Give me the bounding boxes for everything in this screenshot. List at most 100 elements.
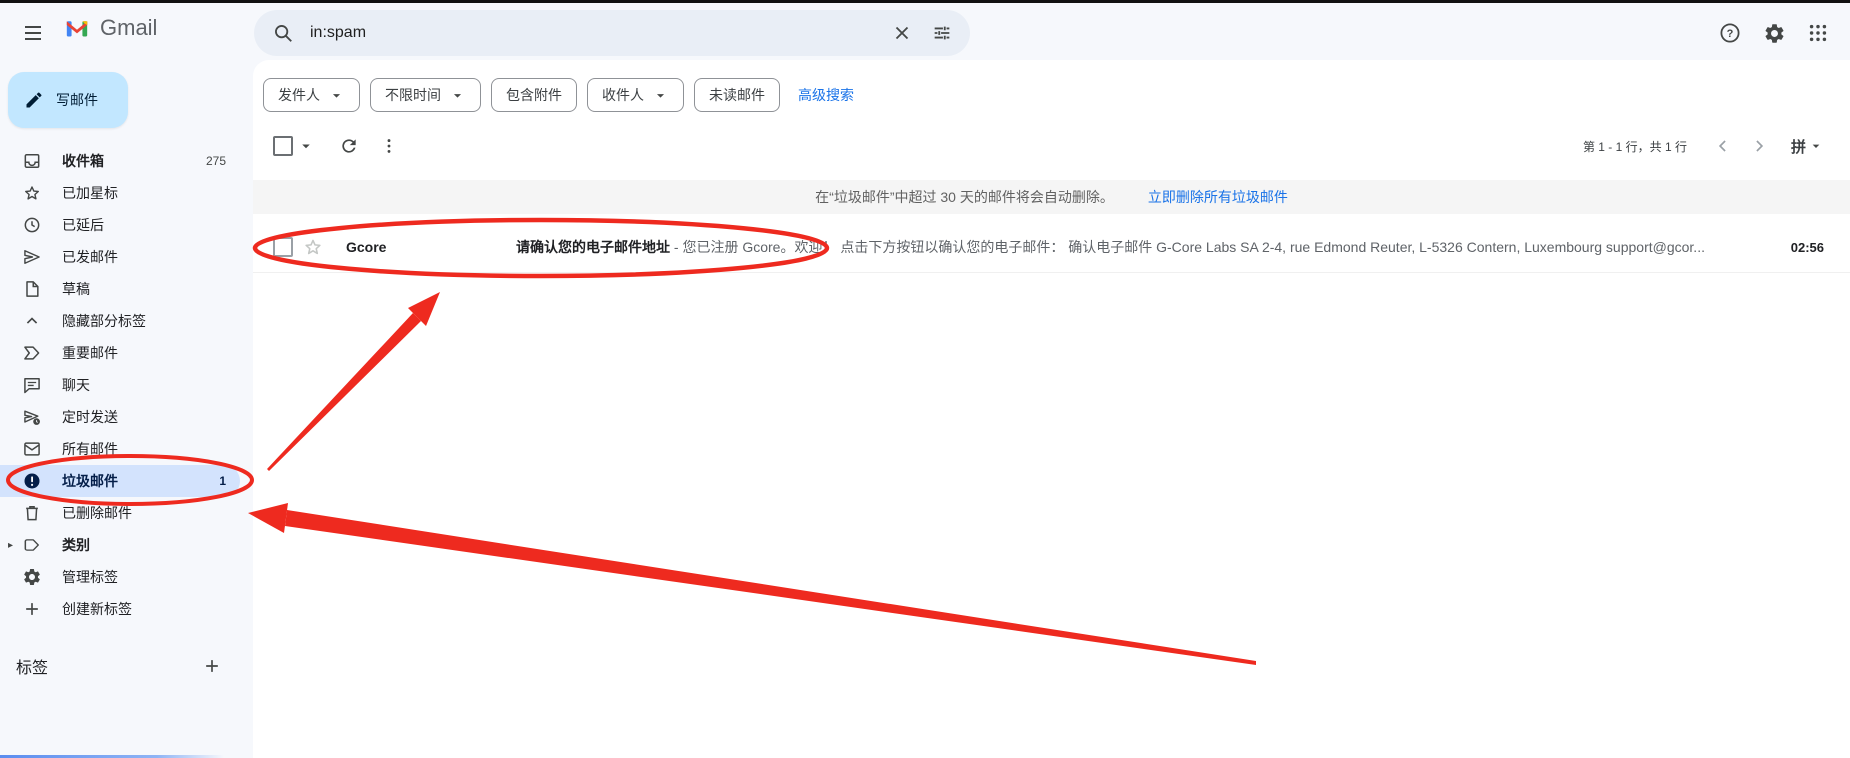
sidebar-item-label: 草稿 [62,279,90,299]
search-icon [272,22,294,44]
more-options-button[interactable] [369,126,409,166]
tune-icon [931,22,953,44]
labels-section-header: 标签 [0,650,240,682]
pagination-status: 第 1 - 1 行，共 1 行 [1583,138,1687,155]
gear-icon [22,567,42,587]
help-button[interactable] [1708,13,1752,53]
search-input[interactable] [308,23,882,43]
advanced-search-link[interactable]: 高级搜索 [798,85,854,105]
sidebar-item-all-mail[interactable]: 所有邮件 [0,433,240,465]
expand-arrow-icon[interactable]: ▸ [8,540,13,551]
header-actions [1708,13,1840,53]
apps-grid-icon [1807,22,1829,44]
allmail-icon [22,439,42,459]
apps-grid-button[interactable] [1796,13,1840,53]
help-icon [1718,21,1742,45]
hamburger-icon [21,21,45,45]
compose-button[interactable]: 写邮件 [8,72,128,128]
filter-chip-anytime[interactable]: 不限时间 [370,78,481,112]
clear-search-button[interactable] [882,13,922,53]
add-label-button[interactable] [202,656,222,676]
main-menu-button[interactable] [12,12,54,54]
filter-chip-recipient[interactable]: 收件人 [587,78,684,112]
sidebar-item-hide-labels[interactable]: 隐藏部分标签 [0,305,240,337]
trash-icon [22,503,42,523]
sidebar-item-starred[interactable]: 已加星标 [0,177,240,209]
sidebar-item-spam[interactable]: 垃圾邮件1 [0,465,240,497]
main-panel: 发件人 不限时间 包含附件 收件人 未读邮件 高级搜索 第 1 - 1 行，共 1 行 [253,60,1850,758]
sidebar-item-drafts[interactable]: 草稿 [0,273,240,305]
send-icon [22,247,42,267]
chip-label: 未读邮件 [709,85,765,105]
sidebar-item-categories[interactable]: ▸类别 [0,529,240,561]
chip-label: 不限时间 [385,85,441,105]
sidebar-item-trash[interactable]: 已删除邮件 [0,497,240,529]
email-subject: 请确认您的电子邮件地址 [516,239,670,255]
settings-button[interactable] [1752,13,1796,53]
filter-chip-sender[interactable]: 发件人 [263,78,360,112]
important-icon [22,343,42,363]
more-vert-icon [379,136,399,156]
sidebar-item-important[interactable]: 重要邮件 [0,337,240,369]
sidebar-item-label: 定时发送 [62,407,118,427]
sidebar-item-label: 重要邮件 [62,343,118,363]
sidebar-item-manage-labels[interactable]: 管理标签 [0,561,240,593]
chip-label: 包含附件 [506,85,562,105]
older-page-button[interactable] [1741,128,1777,164]
sidebar-item-label: 管理标签 [62,567,118,587]
gmail-logo: Gmail [62,15,157,41]
chevron-down-icon [1808,138,1824,154]
search-bar[interactable] [254,10,970,56]
banner-text: 在“垃圾邮件”中超过 30 天的邮件将会自动删除。 [815,187,1114,207]
gear-icon [1763,22,1786,45]
email-checkbox[interactable] [273,237,293,257]
star-icon [22,183,42,203]
plus-icon [22,599,42,619]
chevron-down-icon [328,87,345,104]
delete-all-spam-link[interactable]: 立即删除所有垃圾邮件 [1148,187,1288,207]
email-snippet: - 您已注册 Gcore。欢迎！ 点击下方按钮以确认您的电子邮件： 确认电子邮件… [674,239,1705,255]
sidebar-item-label: 已删除邮件 [62,503,132,523]
chat-icon [22,375,42,395]
sidebar-item-label: 垃圾邮件 [62,471,118,491]
sidebar-item-label: 所有邮件 [62,439,118,459]
spam-icon [22,471,42,491]
chip-label: 发件人 [278,85,320,105]
sidebar-item-create-label[interactable]: 创建新标签 [0,593,240,625]
label-icon [22,535,42,555]
gmail-m-icon [62,15,92,41]
email-time: 02:56 [1791,240,1824,255]
select-all-checkbox[interactable] [273,136,293,156]
input-method-label: 拼 [1791,136,1806,157]
sidebar-item-snoozed[interactable]: 已延后 [0,209,240,241]
star-icon[interactable] [302,236,324,258]
sidebar-item-chats[interactable]: 聊天 [0,369,240,401]
inbox-icon [22,151,42,171]
sidebar-item-sent[interactable]: 已发邮件 [0,241,240,273]
window-top-edge [0,0,1850,3]
sidebar-nav: 收件箱 275 已加星标已延后已发邮件草稿隐藏部分标签重要邮件聊天定时发送所有邮件垃… [0,145,253,625]
input-method-selector[interactable]: 拼 [1791,136,1824,157]
sidebar-item-scheduled[interactable]: 定时发送 [0,401,240,433]
select-dropdown-caret-icon[interactable] [297,137,315,155]
refresh-icon [339,136,359,156]
sidebar-item-inbox[interactable]: 收件箱 275 [0,145,240,177]
chip-label: 收件人 [602,85,644,105]
newer-page-button[interactable] [1705,128,1741,164]
email-subject-snippet: 请确认您的电子邮件地址 - 您已注册 Gcore。欢迎！ 点击下方按钮以确认您的… [516,237,1775,257]
refresh-button[interactable] [329,126,369,166]
filter-chip-unread[interactable]: 未读邮件 [694,78,780,112]
chevron-right-icon [1749,136,1769,156]
filter-chips: 发件人 不限时间 包含附件 收件人 未读邮件 高级搜索 [263,78,854,112]
sidebar-item-label: 聊天 [62,375,90,395]
sidebar-item-label: 已加星标 [62,183,118,203]
brand-name: Gmail [100,15,157,41]
chevron-left-icon [1713,136,1733,156]
filter-chip-has-attachment[interactable]: 包含附件 [491,78,577,112]
unread-count-badge: 275 [206,154,226,168]
compose-label: 写邮件 [56,90,98,110]
search-options-button[interactable] [922,13,962,53]
email-row[interactable]: Gcore 请确认您的电子邮件地址 - 您已注册 Gcore。欢迎！ 点击下方按… [253,222,1850,273]
sidebar-item-label: 收件箱 [62,151,104,171]
clock-icon [22,215,42,235]
